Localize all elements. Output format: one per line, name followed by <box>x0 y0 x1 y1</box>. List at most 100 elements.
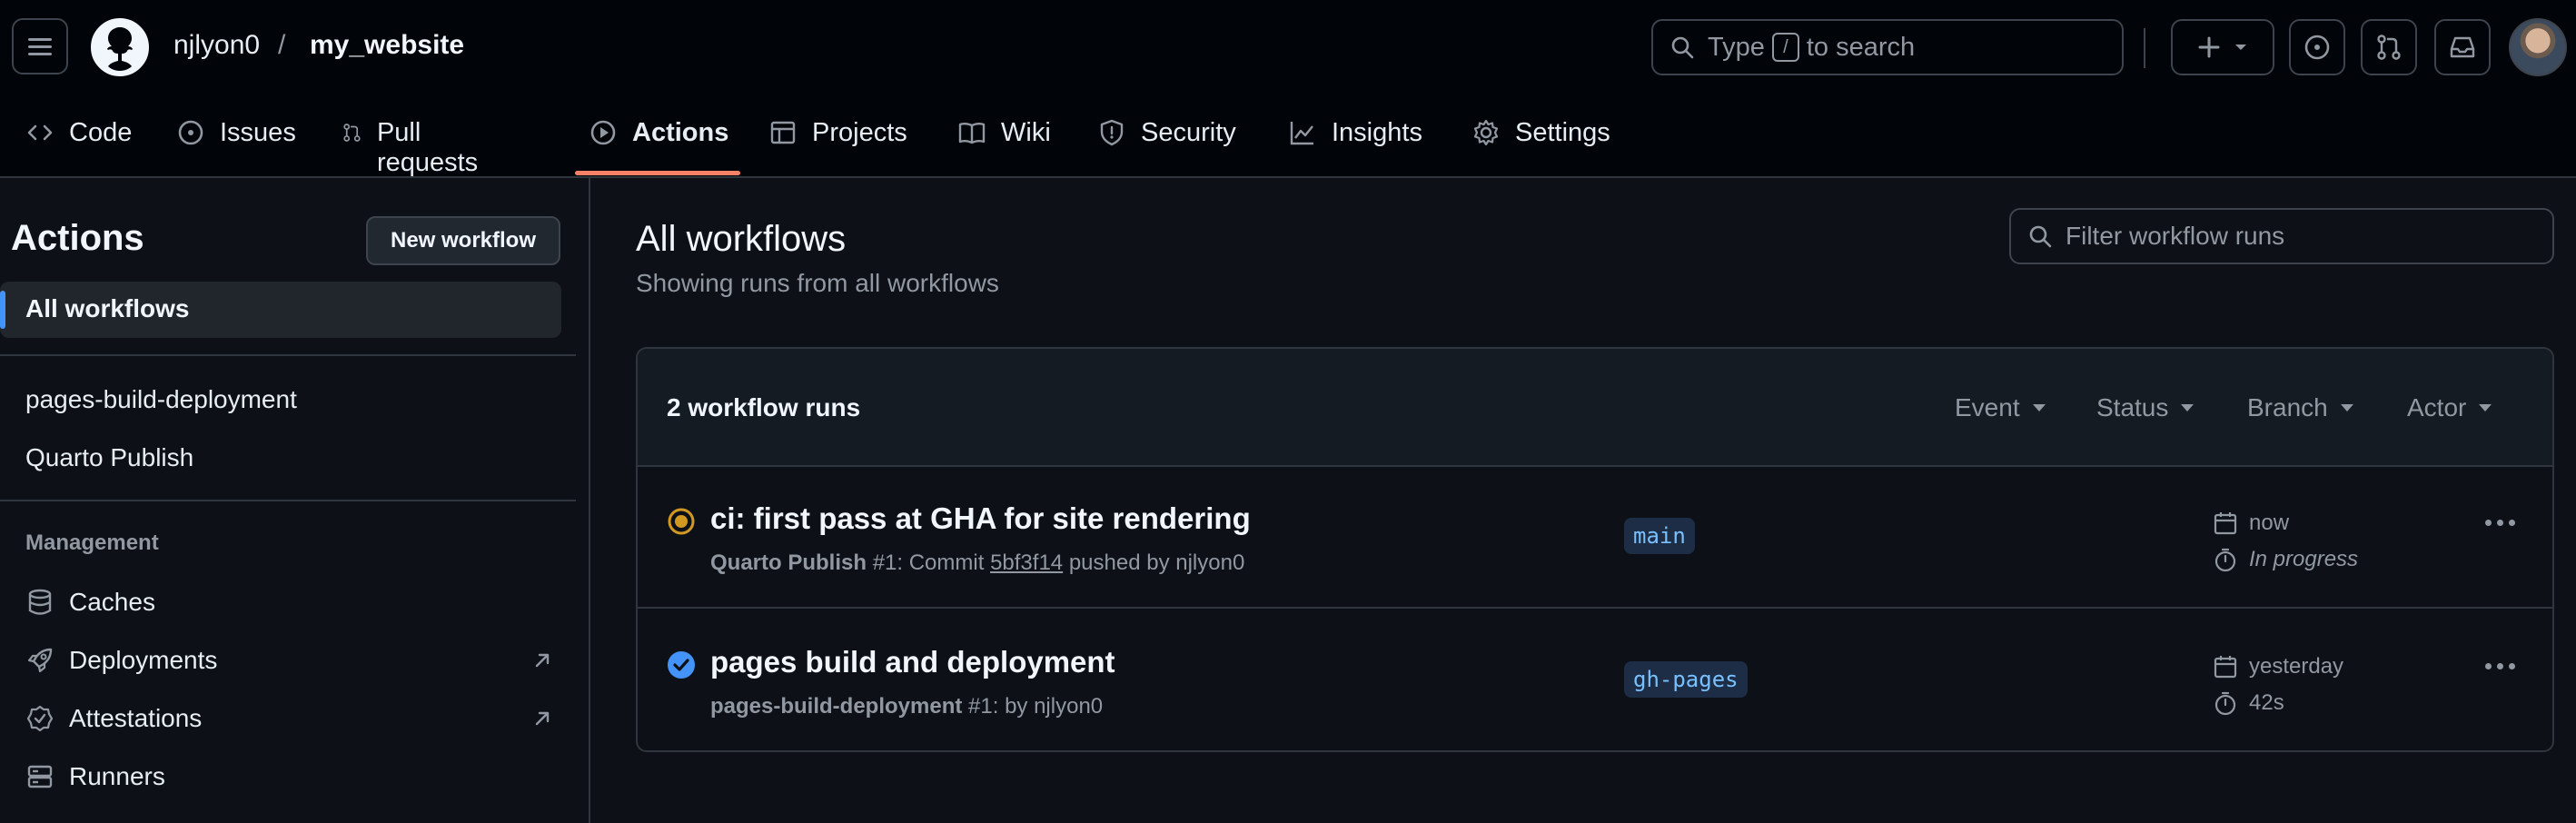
plus-icon <box>2198 36 2220 58</box>
sidebar-item-pages-build-deployment[interactable]: pages-build-deployment <box>25 385 297 414</box>
active-indicator <box>0 291 5 329</box>
branch-label[interactable]: main <box>1624 518 1695 554</box>
tab-issues-label: Issues <box>220 118 296 147</box>
actor-filter-label: Actor <box>2407 393 2467 421</box>
global-search-button[interactable]: Type / to search <box>1651 19 2124 75</box>
issues-button[interactable] <box>2289 19 2345 75</box>
run-when: yesterday <box>2249 654 2344 679</box>
code-icon <box>27 124 53 141</box>
status-filter-label: Status <box>2096 393 2169 421</box>
actor-filter-dropdown[interactable]: Actor <box>2407 393 2492 422</box>
tab-wiki[interactable]: Wiki <box>957 107 1051 178</box>
calendar-icon <box>2214 512 2237 535</box>
triangle-down-icon <box>2479 404 2492 412</box>
search-suffix-text: to search <box>1806 32 1916 62</box>
sidebar-item-attestations[interactable]: Attestations <box>25 696 552 741</box>
branch-filter-dropdown[interactable]: Branch <box>2247 393 2353 422</box>
search-icon <box>1671 36 1694 59</box>
global-header: njlyon0 / my_website Type / to search Co… <box>0 0 2576 178</box>
actions-sidebar: Actions New workflow All workflows pages… <box>0 178 590 823</box>
sidebar-item-label: Runners <box>69 762 165 790</box>
tab-code[interactable]: Code <box>25 107 132 178</box>
filter-workflow-runs-input[interactable]: Filter workflow runs <box>2009 208 2554 264</box>
branch-filter-label: Branch <box>2247 393 2328 421</box>
run-workflow-name: pages-build-deployment <box>710 694 963 719</box>
new-workflow-button[interactable]: New workflow <box>366 216 560 265</box>
gear-icon <box>1473 119 1499 146</box>
user-avatar[interactable] <box>2509 18 2567 76</box>
inbox-button[interactable] <box>2434 19 2491 75</box>
run-meta-mid: : Commit <box>897 550 985 575</box>
sidebar-item-label: All workflows <box>25 294 190 322</box>
run-number: #1 <box>968 694 993 719</box>
tab-actions[interactable]: Actions <box>589 107 728 178</box>
sidebar-item-runners[interactable]: Runners <box>25 754 552 799</box>
sidebar-item-all-workflows[interactable]: All workflows <box>0 282 561 338</box>
verified-icon <box>26 705 54 732</box>
runs-list-header: 2 workflow runs Event Status Branch Acto… <box>638 349 2552 467</box>
search-shortcut-key: / <box>1771 33 1799 62</box>
inbox-icon <box>2450 36 2475 58</box>
run-meta: Quarto Publish #1: Commit 5bf3f14 pushed… <box>710 550 1244 576</box>
run-title-link[interactable]: ci: first pass at GHA for site rendering <box>710 501 1251 536</box>
kebab-dot <box>2485 520 2492 526</box>
tab-security-label: Security <box>1141 118 1236 147</box>
pull-requests-button[interactable] <box>2361 19 2417 75</box>
page-subtitle: Showing runs from all workflows <box>636 269 999 297</box>
status-filter-dropdown[interactable]: Status <box>2096 393 2195 422</box>
tab-projects-label: Projects <box>812 118 907 147</box>
workflow-runs-list: 2 workflow runs Event Status Branch Acto… <box>636 347 2554 752</box>
create-new-button[interactable] <box>2171 19 2274 75</box>
search-icon <box>2029 225 2052 248</box>
repo-owner-link[interactable]: njlyon0 <box>173 30 260 61</box>
sidebar-item-deployments[interactable]: Deployments <box>25 638 552 683</box>
run-options-button[interactable] <box>2485 520 2515 526</box>
sidebar-divider <box>0 500 576 501</box>
search-prefix-text: Type <box>1708 32 1765 62</box>
check-circle-icon <box>668 651 695 679</box>
run-title-link[interactable]: pages build and deployment <box>710 645 1115 679</box>
run-meta: pages-build-deployment #1: by njlyon0 <box>710 694 1103 719</box>
event-filter-dropdown[interactable]: Event <box>1955 393 2046 422</box>
kebab-dot <box>2509 663 2515 669</box>
kebab-dot <box>2497 663 2503 669</box>
github-logo-icon[interactable] <box>91 18 149 76</box>
tab-issues[interactable]: Issues <box>176 107 296 178</box>
arrow-up-right-icon <box>535 711 550 726</box>
arrow-up-right-icon <box>535 653 550 668</box>
sidebar-item-caches[interactable]: Caches <box>25 580 552 625</box>
stopwatch-icon <box>2214 548 2236 572</box>
workflow-run-row: pages build and deployment pages-build-d… <box>638 610 2552 750</box>
table-icon <box>770 121 796 144</box>
tab-insights[interactable]: Insights <box>1288 107 1422 178</box>
sidebar-item-quarto-publish[interactable]: Quarto Publish <box>25 443 193 472</box>
run-options-button[interactable] <box>2485 663 2515 669</box>
tab-security[interactable]: Security <box>1097 107 1236 178</box>
pull-request-icon <box>343 124 361 142</box>
tab-projects[interactable]: Projects <box>768 107 907 178</box>
run-number: #1 <box>872 550 897 575</box>
tab-wiki-label: Wiki <box>1001 118 1051 147</box>
git-pull-request-icon <box>2377 35 2401 60</box>
kebab-dot <box>2509 520 2515 526</box>
issue-opened-icon <box>2304 35 2330 60</box>
tab-settings[interactable]: Settings <box>1471 107 1610 178</box>
hamburger-icon <box>28 38 52 55</box>
kebab-dot <box>2497 520 2503 526</box>
tab-code-label: Code <box>69 118 133 147</box>
database-icon <box>28 589 52 615</box>
commit-link[interactable]: 5bf3f14 <box>990 550 1063 575</box>
tab-pull-requests[interactable]: Pull requests <box>342 107 486 178</box>
repo-separator: / <box>278 30 286 60</box>
active-tab-indicator <box>575 171 740 175</box>
sidebar-item-label: Caches <box>69 588 155 616</box>
menu-button[interactable] <box>12 18 68 74</box>
run-timing: yesterday 42s <box>2213 649 2343 721</box>
run-duration: 42s <box>2249 690 2284 715</box>
branch-label[interactable]: gh-pages <box>1624 661 1748 698</box>
page-title: All workflows <box>636 219 847 259</box>
sidebar-title: Actions <box>11 218 144 258</box>
repo-name-link[interactable]: my_website <box>310 30 464 61</box>
kebab-dot <box>2485 663 2492 669</box>
workflow-run-row: ci: first pass at GHA for site rendering… <box>638 467 2552 609</box>
